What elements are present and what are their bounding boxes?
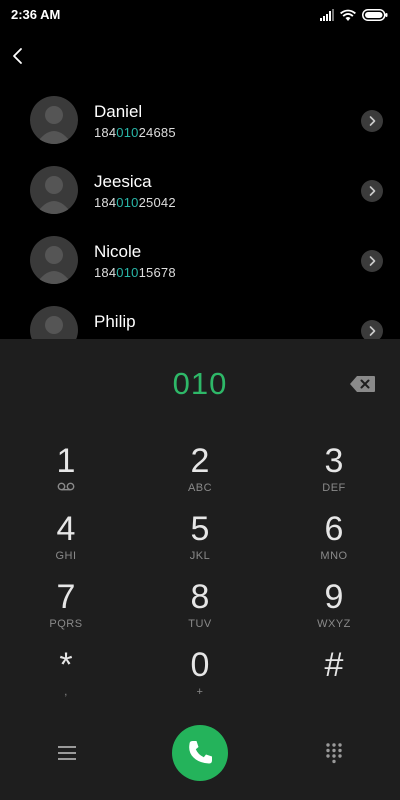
person-icon <box>36 106 72 144</box>
key-letters: DEF <box>322 482 346 494</box>
dialpad-bottom-bar <box>0 723 400 783</box>
contact-name: Philip <box>94 312 136 331</box>
signal-icon <box>320 9 334 21</box>
key-digit: 5 <box>190 510 210 548</box>
chevron-right-icon <box>369 186 376 196</box>
key-digit: 9 <box>324 578 344 616</box>
key-digit: * <box>59 646 73 684</box>
status-time: 2:36 AM <box>11 7 61 22</box>
avatar <box>30 166 78 214</box>
chevron-right-icon <box>369 116 376 126</box>
battery-icon <box>362 9 388 21</box>
contact-number: 18401025042 <box>94 195 176 210</box>
key-letters: , <box>64 686 68 698</box>
key-letters: TUV <box>188 618 212 630</box>
contact-name: Jeesica <box>94 172 152 191</box>
key-letters: GHI <box>55 550 77 562</box>
key-letters: WXYZ <box>317 618 351 630</box>
wifi-icon <box>340 9 356 21</box>
key-digit: 8 <box>190 578 210 616</box>
key-letters: + <box>196 686 204 698</box>
contact-detail-button[interactable] <box>361 250 383 272</box>
key-digit: 6 <box>324 510 344 548</box>
number-match-highlight: 010 <box>116 265 139 280</box>
key-digit: 3 <box>324 442 344 480</box>
number-match-highlight: 010 <box>116 195 139 210</box>
key-0[interactable]: 0 + <box>155 647 245 707</box>
key-3[interactable]: 3 DEF <box>289 443 379 503</box>
keypad-toggle-button[interactable] <box>322 741 346 765</box>
menu-icon <box>58 746 76 760</box>
contact-item[interactable]: Nicole 18401015678 <box>0 225 400 295</box>
key-7[interactable]: 7 PQRS <box>21 579 111 639</box>
contact-number: 18401015678 <box>94 265 176 280</box>
back-button[interactable] <box>8 44 32 68</box>
backspace-button[interactable] <box>349 375 376 393</box>
key-letters <box>21 482 111 494</box>
key-digit: # <box>324 646 344 684</box>
key-digit: 1 <box>56 442 76 480</box>
key-digit: 2 <box>190 442 210 480</box>
key-digit: 0 <box>190 646 210 684</box>
contact-name: Daniel <box>94 102 143 121</box>
key-letters: PQRS <box>49 618 83 630</box>
key-4[interactable]: 4 GHI <box>21 511 111 571</box>
key-1[interactable]: 1 <box>21 443 111 503</box>
dialpad-icon <box>326 743 342 764</box>
key-hash[interactable]: # <box>289 647 379 707</box>
dialed-number[interactable]: 010 <box>0 366 400 402</box>
number-match-highlight: 010 <box>116 125 139 140</box>
contact-detail-button[interactable] <box>361 110 383 132</box>
contact-detail-button[interactable] <box>361 180 383 202</box>
menu-button[interactable] <box>56 743 78 763</box>
call-button[interactable] <box>172 725 228 781</box>
person-icon <box>36 246 72 284</box>
key-letters: MNO <box>320 550 348 562</box>
avatar <box>30 236 78 284</box>
phone-icon <box>189 741 212 764</box>
key-8[interactable]: 8 TUV <box>155 579 245 639</box>
chevron-right-icon <box>369 256 376 266</box>
contact-number: 18401024685 <box>94 125 176 140</box>
dialpad-panel: 010 1 2 ABC 3 DEF 4 GHI 5 JKL 6 MNO 7 PQ… <box>0 339 400 800</box>
key-5[interactable]: 5 JKL <box>155 511 245 571</box>
key-letters: JKL <box>189 550 211 562</box>
back-arrow-icon <box>13 48 22 64</box>
key-digit: 7 <box>56 578 76 616</box>
status-bar: 2:36 AM <box>0 0 400 30</box>
contact-name: Nicole <box>94 242 142 261</box>
voicemail-icon <box>57 482 75 491</box>
backspace-icon <box>350 376 375 392</box>
person-icon <box>36 176 72 214</box>
key-6[interactable]: 6 MNO <box>289 511 379 571</box>
contact-item[interactable]: Daniel 18401024685 <box>0 85 400 155</box>
key-digit: 4 <box>56 510 76 548</box>
key-2[interactable]: 2 ABC <box>155 443 245 503</box>
key-letters: ABC <box>187 482 213 494</box>
key-star[interactable]: * , <box>21 647 111 707</box>
key-9[interactable]: 9 WXYZ <box>289 579 379 639</box>
avatar <box>30 96 78 144</box>
status-icons <box>320 8 388 22</box>
dialer-screen: 2:36 AM Daniel 18401024685 Jeesica 18401… <box>0 0 400 800</box>
contact-item[interactable]: Jeesica 18401025042 <box>0 155 400 225</box>
